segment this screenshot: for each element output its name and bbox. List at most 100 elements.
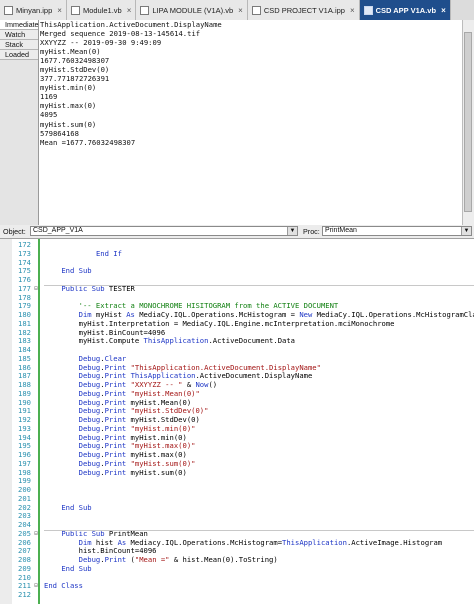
code-line[interactable]: 202 End Sub <box>0 503 474 513</box>
code-token: As <box>126 310 135 319</box>
code-token: Print <box>104 397 127 407</box>
collapse-icon[interactable]: ⊟ <box>33 582 39 591</box>
code-line[interactable]: 175 End Sub <box>0 266 474 276</box>
code-line[interactable]: 173 End If <box>0 248 474 259</box>
code-token: myHist.min(0) <box>126 432 187 442</box>
code-token: Debug <box>78 458 101 468</box>
code-line[interactable]: 183 myHist.Compute ThisApplication.Activ… <box>0 336 474 346</box>
output-line: myHist.min(0) <box>40 83 97 93</box>
code-token: myHist.sum(0) <box>126 467 187 477</box>
code-token: New <box>299 310 313 319</box>
code-editor[interactable]: 172 173 End If 174 175 End Sub 176 177 ⊟ Publi… <box>0 239 474 604</box>
code-token: End If <box>95 248 122 258</box>
tab-1[interactable]: Module1.vb × <box>66 0 137 20</box>
close-icon[interactable]: × <box>127 6 132 15</box>
output-line: XXYYZZ -- 2019-09-30 9:49:09 <box>40 38 162 48</box>
close-icon[interactable]: × <box>57 6 62 15</box>
code-token: Print <box>104 555 127 564</box>
code-token: myHist.Interpretation = MediaCy.IQL.Engi… <box>44 318 395 328</box>
code-line[interactable]: 203 <box>0 511 474 521</box>
code-token: Print <box>104 467 127 477</box>
close-icon[interactable]: × <box>441 6 446 15</box>
code-token: myHist.Compute <box>44 336 144 346</box>
output-line: myHist.max(0) <box>40 101 97 111</box>
code-token: Print <box>104 450 127 459</box>
code-token: MediaCy.IQL.Operations.McHistogram = <box>134 310 300 319</box>
tab-2[interactable]: LIPA MODULE (V1A).vb × <box>136 0 248 20</box>
code-token: Print <box>104 406 127 416</box>
chevron-down-icon[interactable]: ▼ <box>461 227 471 235</box>
code-token: Dim <box>78 310 92 319</box>
code-token: hist <box>91 537 118 547</box>
code-line[interactable]: 200 <box>0 485 474 495</box>
code-line[interactable]: 177 ⊟ Public Sub TESTER <box>0 284 474 294</box>
code-token: Dim <box>78 537 92 547</box>
debug-tab-watch[interactable]: Watch <box>0 30 38 40</box>
output-line: 377.771872726391 <box>40 74 110 84</box>
output-vertical-scrollbar[interactable] <box>462 20 474 225</box>
code-token: Mediacy.IQL.Operations.McHistogram= <box>126 537 283 547</box>
code-line[interactable]: 209 End Sub <box>0 563 474 574</box>
code-line[interactable]: 198 Debug.Print myHist.sum(0) <box>0 467 474 478</box>
code-token: myHist.StdDev(0) <box>126 415 200 424</box>
tab-3[interactable]: CSD PROJECT V1A.ipp × <box>247 0 360 20</box>
output-line: myHist.StdDev(0) <box>40 65 110 75</box>
debug-tab-stack[interactable]: Stack <box>0 40 38 50</box>
code-token: Debug <box>78 450 101 459</box>
code-token: Debug <box>78 406 101 416</box>
code-line[interactable]: 212 <box>0 590 474 600</box>
code-token: .ActiveImage.Histogram <box>346 537 443 547</box>
code-token: hist.BinCount=4096 <box>44 546 157 556</box>
code-token: () <box>208 380 218 389</box>
code-token: Debug <box>78 467 101 477</box>
collapse-icon[interactable]: ⊟ <box>33 530 39 539</box>
output-line: 4095 <box>40 110 58 120</box>
code-token: myHist.BinCount=4096 <box>44 327 166 337</box>
immediate-output-text[interactable]: ThisApplication.ActiveDocument.DisplayNa… <box>40 20 462 225</box>
code-token: "ThisApplication.ActiveDocument.DisplayN… <box>130 362 321 372</box>
code-line[interactable]: 211 ⊟ End Class <box>0 581 474 591</box>
close-icon[interactable]: × <box>350 6 355 15</box>
code-token: ThisApplication <box>143 336 209 346</box>
proc-dropdown[interactable]: PrintMean ▼ <box>322 226 472 236</box>
output-line: 1169 <box>40 92 58 102</box>
debug-tab-loaded[interactable]: Loaded <box>0 50 38 60</box>
debug-tab-immediate[interactable]: Immediate <box>0 20 39 30</box>
output-line: myHist.sum(0) <box>40 119 97 129</box>
code-token: ( <box>126 555 135 564</box>
output-line: myHist.Mean(0) <box>40 47 101 57</box>
output-line: Mean =1677.76032498307 <box>40 137 136 147</box>
output-line: 1677.76032498307 <box>40 56 110 66</box>
tab-0[interactable]: Minyan.ipp × <box>0 0 67 20</box>
code-token: myHist <box>91 310 127 319</box>
close-icon[interactable]: × <box>238 6 243 15</box>
code-token: End Sub <box>61 563 92 573</box>
file-icon <box>70 5 80 15</box>
code-token: Clear <box>104 353 127 363</box>
code-token: "Mean =" <box>134 555 170 564</box>
tab-4[interactable]: CSD APP V1A.vb × <box>359 0 451 20</box>
scrollbar-thumb[interactable] <box>464 32 472 212</box>
chevron-down-icon[interactable]: ▼ <box>287 227 297 235</box>
collapse-icon[interactable]: ⊟ <box>33 285 39 294</box>
object-label: Object: <box>3 227 26 236</box>
code-token: End Class <box>44 581 83 591</box>
code-token: myHist.max(0) <box>126 450 187 459</box>
code-token: Print <box>104 432 127 442</box>
tab-label: CSD PROJECT V1A.ipp <box>263 5 345 15</box>
code-token: Print <box>104 423 127 433</box>
tab-label: Minyan.ipp <box>16 5 53 15</box>
code-token: & hist.Mean(0).ToString) <box>169 555 278 564</box>
object-dropdown[interactable]: CSD_APP_V1A ▼ <box>30 226 298 236</box>
code-text: Public Sub TESTER <box>44 284 135 294</box>
code-line[interactable]: 199 <box>0 476 474 486</box>
object-dropdown-value: CSD_APP_V1A <box>33 227 83 234</box>
